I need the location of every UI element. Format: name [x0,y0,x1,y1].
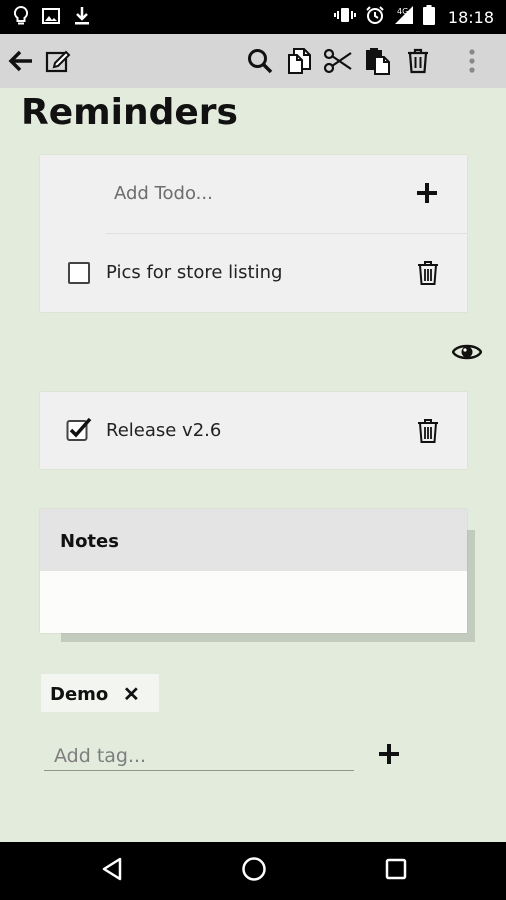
delete-icon[interactable] [403,46,433,76]
overflow-menu-icon[interactable] [457,46,487,76]
page-title: Reminders [21,92,238,133]
notes-body[interactable] [40,571,467,633]
todo-item-label: Pics for store listing [106,262,283,283]
image-icon [42,7,60,30]
tag-label: Demo [50,684,109,705]
download-icon [74,6,90,31]
todo-checkbox-checked[interactable] [66,417,92,446]
notes-title: Notes [60,531,119,552]
notes-card: Notes [40,509,467,633]
cut-icon[interactable] [323,46,353,76]
signal-4g-icon: 4G [394,5,414,30]
add-todo-plus-icon[interactable] [415,181,439,210]
notes-header: Notes [40,509,467,571]
bulb-icon [13,5,29,31]
tag-chip: Demo ✕ [41,674,159,712]
status-bar: 4G 18:18 [0,0,506,34]
remove-tag-icon[interactable]: ✕ [123,682,140,707]
edit-icon[interactable] [44,46,74,76]
todo-checkbox[interactable] [68,262,90,284]
toolbar [0,34,506,88]
search-icon[interactable] [245,46,275,76]
alarm-icon [365,5,385,30]
trash-icon[interactable] [417,260,439,291]
nav-back-icon[interactable] [100,856,124,887]
add-tag-input[interactable] [44,741,354,771]
eye-icon[interactable] [451,341,483,368]
navigation-bar [0,842,506,900]
vibrate-icon [333,6,356,29]
svg-text:4G: 4G [397,7,408,16]
back-icon[interactable] [6,46,36,76]
divider [106,233,467,234]
todo-card: Add Todo... Pics for store listing [40,155,467,312]
battery-icon [422,5,435,30]
todo-item-label: Release v2.6 [106,420,222,441]
nav-recents-icon[interactable] [385,856,407,887]
add-tag-plus-icon[interactable] [377,742,401,771]
completed-card: Release v2.6 [40,392,467,469]
trash-icon[interactable] [417,418,439,449]
nav-home-icon[interactable] [241,856,267,887]
clock-time: 18:18 [447,8,494,27]
paste-icon[interactable] [363,46,393,76]
add-todo-input[interactable]: Add Todo... [114,183,213,204]
copy-icon[interactable] [285,46,315,76]
